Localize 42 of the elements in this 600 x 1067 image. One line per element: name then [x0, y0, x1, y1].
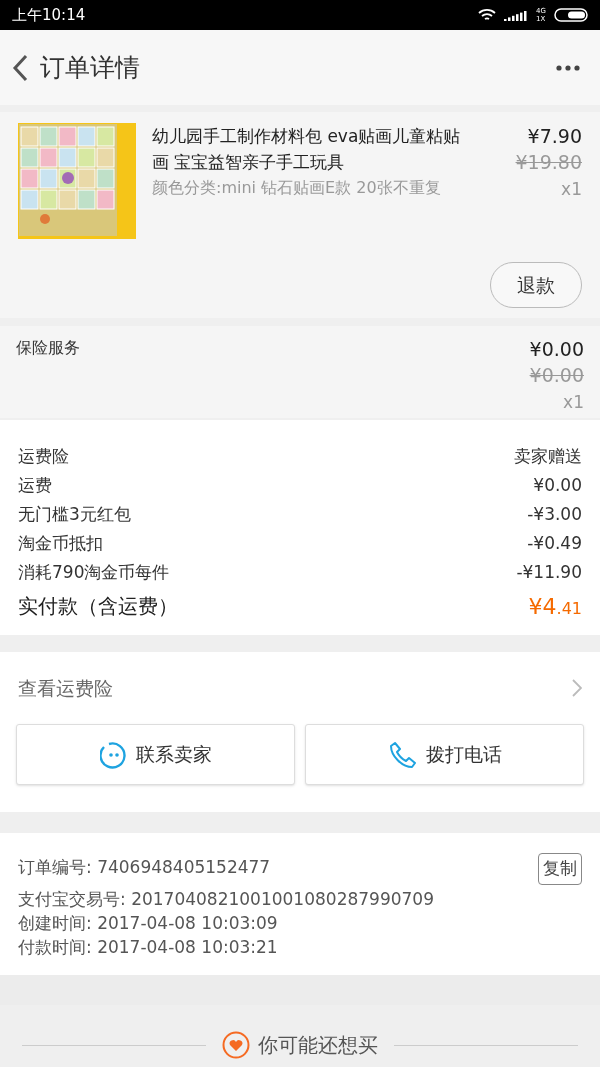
insurance-label: 保险服务	[16, 337, 80, 359]
total-label: 实付款（含运费）	[18, 593, 178, 620]
copy-button[interactable]: 复制	[538, 853, 582, 885]
fee-label: 运费险	[18, 444, 69, 468]
refund-button[interactable]: 退款	[490, 262, 582, 308]
chevron-right-icon	[572, 679, 582, 697]
link-label: 查看运费险	[18, 675, 113, 701]
battery-icon	[554, 8, 588, 22]
status-time: 上午10:14	[12, 4, 86, 26]
phone-icon	[387, 739, 418, 770]
fee-value: -¥0.49	[527, 531, 582, 555]
more-icon[interactable]	[556, 64, 580, 71]
total-value: ¥4.41	[528, 592, 582, 621]
product-variant: 颜色分类:mini 钻石贴画E款 20张不重复	[152, 177, 442, 199]
order-info-line: 订单编号: 7406948405152477	[18, 856, 271, 879]
insurance-quantity: x1	[563, 391, 584, 414]
fee-value: 卖家赠送	[514, 444, 582, 468]
back-icon[interactable]	[12, 53, 28, 82]
fee-value: -¥11.90	[516, 560, 582, 584]
fee-label: 消耗790淘金币每件	[18, 560, 170, 584]
fee-value: -¥3.00	[527, 502, 582, 526]
insurance-price: ¥0.00	[529, 337, 584, 362]
insurance-original-price: ¥0.00	[529, 363, 584, 388]
fee-label: 淘金币抵扣	[18, 531, 103, 555]
recommend-title: 你可能还想买	[258, 1032, 378, 1059]
page-title: 订单详情	[40, 51, 140, 84]
product-title[interactable]: 幼儿园手工制作材料包 eva贴画儿童粘贴画 宝宝益智亲子手工玩具	[152, 123, 464, 175]
shipping-insurance-link[interactable]: 查看运费险	[0, 652, 600, 724]
original-price: ¥19.80	[515, 150, 582, 175]
wifi-icon	[478, 8, 496, 22]
fee-label: 运费	[18, 473, 52, 497]
order-info-line: 创建时间: 2017-04-08 10:03:09	[18, 912, 278, 935]
order-info-line: 支付宝交易号: 2017040821001001080287990709	[18, 888, 434, 911]
signal-icon	[504, 9, 528, 21]
product-price: ¥7.90	[527, 124, 582, 149]
contact-button[interactable]: 联系卖家	[16, 724, 295, 785]
fee-value: ¥0.00	[533, 473, 582, 497]
order-info-line: 付款时间: 2017-04-08 10:03:21	[18, 936, 278, 959]
chat-face-icon	[99, 740, 128, 769]
quantity: x1	[561, 178, 582, 201]
fee-label: 无门槛3元红包	[18, 502, 131, 526]
contact-button[interactable]: 拨打电话	[305, 724, 584, 785]
